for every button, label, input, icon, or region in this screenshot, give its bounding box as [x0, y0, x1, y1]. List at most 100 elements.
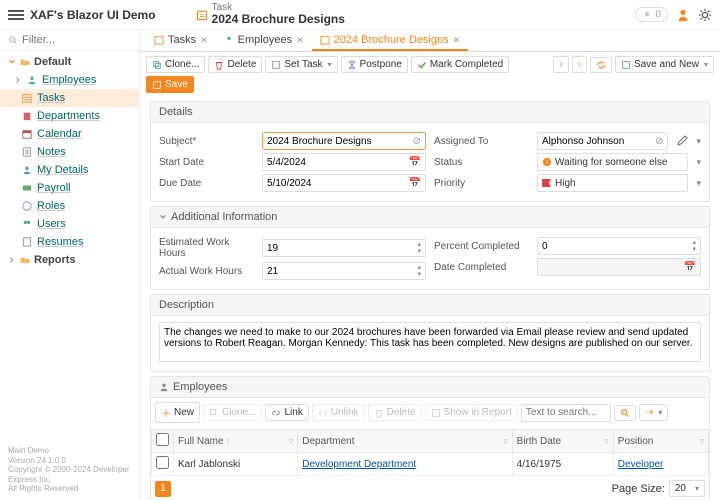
col-birth[interactable]: Birth Date▿ [512, 430, 613, 453]
nav-item-roles[interactable]: Roles [0, 197, 139, 215]
task-icon [22, 93, 32, 103]
tab-employees[interactable]: Employees✕ [216, 31, 312, 51]
step-down-icon[interactable]: ▾ [417, 271, 421, 278]
save-button[interactable]: Save [146, 76, 194, 93]
nav-group-reports[interactable]: Reports [0, 251, 139, 269]
new-button[interactable]: ＋New [155, 402, 200, 423]
postpone-button[interactable]: Postpone [341, 56, 408, 73]
step-up-icon[interactable]: ▴ [417, 264, 421, 271]
delete-button[interactable]: Delete [208, 56, 262, 73]
col-fullname[interactable]: Full Name↑▿ [174, 430, 298, 453]
settings-gear-icon[interactable] [698, 8, 712, 22]
step-up-icon[interactable]: ▴ [692, 239, 696, 246]
subject-field[interactable]: ⊘ [262, 132, 426, 150]
grid-search-input[interactable] [526, 407, 606, 418]
page-size-select[interactable]: 20▾ [669, 480, 705, 497]
clone-button[interactable]: Clone... [146, 56, 205, 73]
export-button[interactable]: ⇢▾ [639, 404, 668, 421]
description-textarea[interactable] [159, 322, 701, 362]
save-new-button[interactable]: Save and New▾ [615, 56, 714, 73]
select-all-checkbox[interactable] [156, 433, 169, 446]
unlink-button: Unlink [312, 404, 365, 421]
close-icon[interactable]: ✕ [296, 35, 304, 46]
actual-hours-field[interactable]: ▴▾ [262, 262, 426, 280]
footer: Main Demo Version 24.1.0.0 Copyright © 2… [0, 440, 139, 500]
nav-item-calendar[interactable]: Calendar [0, 125, 139, 143]
breadcrumb: Task 2024 Brochure Designs [196, 3, 345, 26]
dept-link[interactable]: Development Department [302, 459, 416, 470]
next-button[interactable]: › [572, 56, 587, 73]
step-up-icon[interactable]: ▴ [417, 241, 421, 248]
percent-field[interactable]: ▴▾ [537, 237, 701, 255]
priority-field[interactable]: High [537, 174, 688, 192]
link-button[interactable]: Link [265, 404, 308, 421]
due-date-field[interactable]: 📅 [262, 174, 426, 192]
search-button[interactable] [614, 405, 636, 421]
refresh-button[interactable] [590, 57, 612, 73]
filter-icon[interactable]: ▿ [289, 436, 294, 447]
prev-button[interactable]: ‹ [553, 56, 568, 73]
clear-icon[interactable]: ⊘ [655, 136, 663, 147]
dropdown-caret-icon[interactable]: ▾ [696, 157, 701, 168]
calendar-icon[interactable]: 📅 [409, 157, 421, 168]
status-field[interactable]: Waiting for someone else [537, 153, 688, 171]
nav-group-default[interactable]: Default [0, 53, 139, 71]
dropdown-caret-icon[interactable]: ▾ [696, 136, 701, 147]
details-header: Details [151, 102, 709, 123]
start-date-field[interactable]: 📅 [262, 153, 426, 171]
close-icon[interactable]: ✕ [200, 35, 208, 46]
page-number[interactable]: 1 [155, 481, 171, 497]
date-completed-field: 📅 [537, 258, 701, 276]
dropdown-caret-icon[interactable]: ▾ [696, 178, 701, 189]
col-department[interactable]: Department▿ [298, 430, 512, 453]
edit-icon[interactable] [676, 135, 688, 147]
plus-icon: ＋ [161, 405, 171, 420]
nav-item-tasks[interactable]: Tasks [0, 89, 139, 107]
mark-completed-button[interactable]: Mark Completed [411, 56, 509, 73]
tab-brochure[interactable]: 2024 Brochure Designs✕ [312, 31, 469, 51]
calendar-icon [22, 129, 32, 139]
hourglass-icon [347, 60, 357, 70]
task-icon [320, 35, 330, 45]
sidebar-filter-input[interactable] [22, 34, 131, 46]
table-row[interactable]: Karl Jablonski Development Department 4/… [152, 453, 709, 476]
nav-item-resumes[interactable]: Resumes [0, 233, 139, 251]
nav-item-payroll[interactable]: Payroll [0, 179, 139, 197]
employees-table: Full Name↑▿ Department▿ Birth Date▿ Posi… [151, 429, 709, 476]
set-task-button[interactable]: Set Task▾ [265, 56, 337, 73]
additional-header[interactable]: Additional Information [151, 207, 709, 228]
unlink-icon [318, 408, 328, 418]
est-hours-field[interactable]: ▴▾ [262, 239, 426, 257]
payroll-icon [22, 183, 32, 193]
step-down-icon[interactable]: ▾ [417, 248, 421, 255]
tab-tasks[interactable]: Tasks✕ [146, 31, 216, 51]
row-checkbox[interactable] [156, 456, 169, 469]
page-title: 2024 Brochure Designs [212, 13, 345, 26]
user-avatar-icon[interactable] [676, 8, 690, 22]
description-header: Description [151, 295, 709, 316]
sort-icon: ↑ [226, 436, 231, 446]
clear-icon[interactable]: ⊘ [413, 136, 421, 147]
nav-item-notes[interactable]: Notes [0, 143, 139, 161]
menu-toggle-icon[interactable] [8, 8, 24, 22]
notification-bell[interactable]: 0 [635, 7, 668, 22]
calendar-icon[interactable]: 📅 [409, 178, 421, 189]
filter-icon[interactable]: ▿ [503, 436, 508, 447]
folder-icon [20, 57, 30, 67]
clock-icon [542, 157, 552, 167]
nav-item-mydetails[interactable]: My Details [0, 161, 139, 179]
filter-icon[interactable]: ▿ [699, 436, 704, 447]
position-link[interactable]: Developer [618, 459, 664, 470]
report-icon [431, 408, 441, 418]
col-position[interactable]: Position▿ [613, 430, 708, 453]
close-icon[interactable]: ✕ [453, 35, 461, 46]
building-icon [22, 111, 32, 121]
chevron-right-icon [14, 76, 22, 84]
nav-item-employees[interactable]: Employees [0, 71, 139, 89]
step-down-icon[interactable]: ▾ [692, 246, 696, 253]
filter-icon[interactable]: ▿ [604, 436, 609, 447]
assigned-field[interactable]: ⊘ [537, 132, 668, 150]
nav-item-users[interactable]: Users [0, 215, 139, 233]
nav-item-departments[interactable]: Departments [0, 107, 139, 125]
folder-icon [20, 255, 30, 265]
